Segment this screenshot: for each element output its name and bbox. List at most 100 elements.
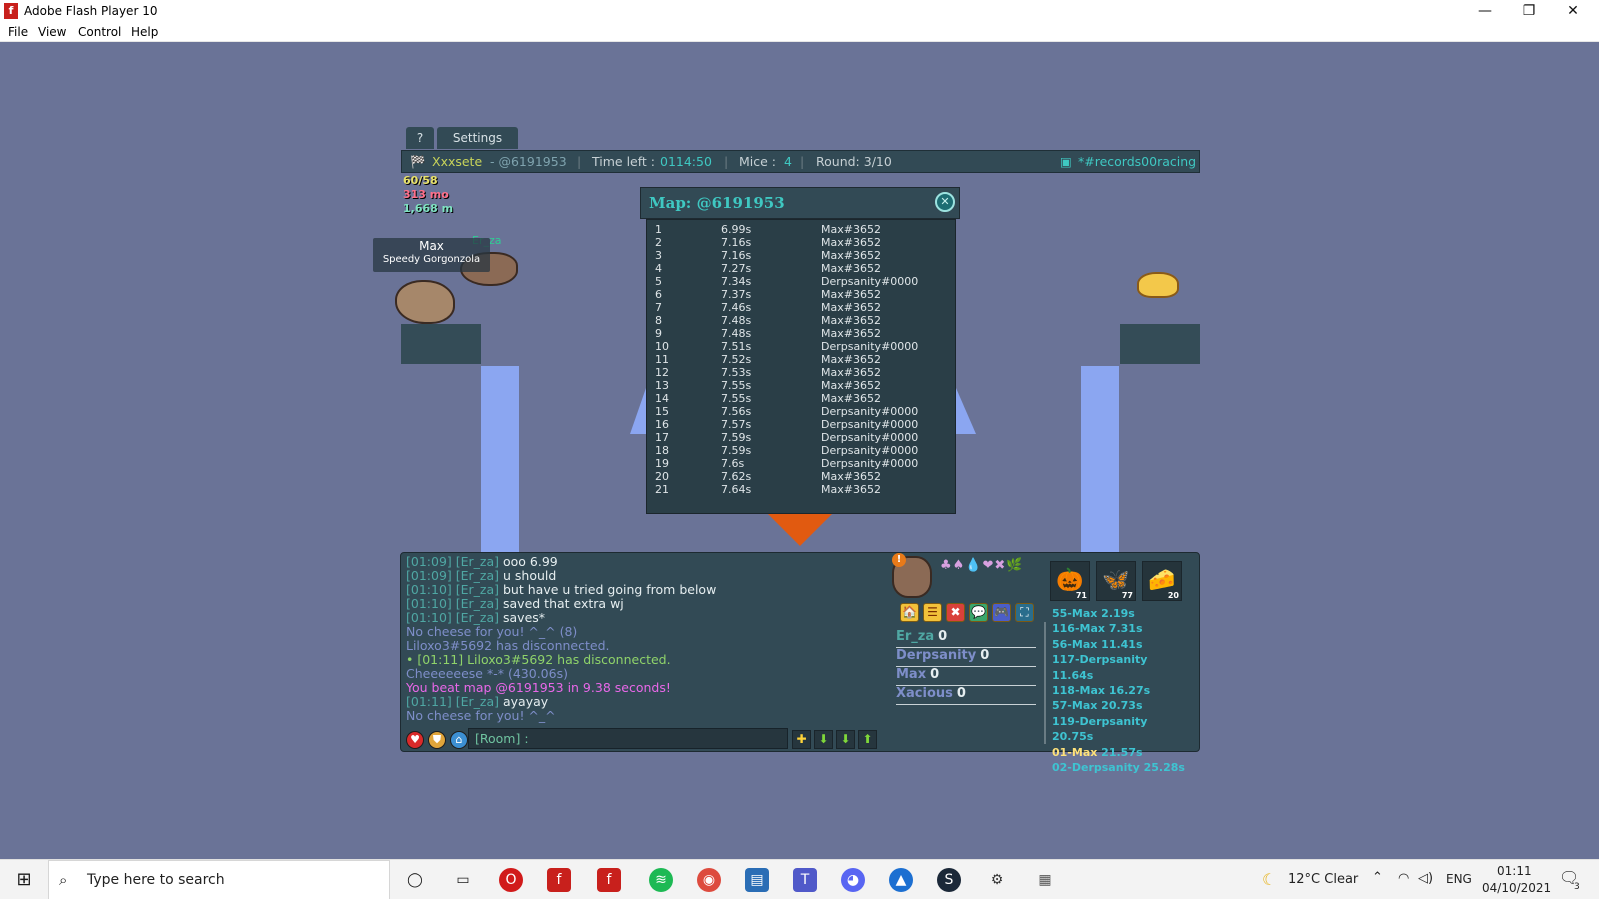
flash-player-active-icon[interactable]: f: [597, 868, 621, 892]
chat-bubble-button[interactable]: 💬: [969, 603, 988, 622]
shield-icon[interactable]: ⛊: [428, 731, 446, 749]
app-icon[interactable]: ▦: [1033, 868, 1057, 892]
record-time: 7.27s: [721, 262, 752, 275]
status-separator: |: [724, 154, 729, 169]
record-player: Max#3652: [821, 379, 881, 392]
menu-view[interactable]: View: [38, 25, 66, 39]
scroll-bottom-button[interactable]: ⬇: [836, 730, 855, 749]
add-emote-button[interactable]: ✚: [792, 730, 811, 749]
cortana-icon[interactable]: ◯: [403, 868, 427, 892]
scoreboard-player: Er_za: [896, 629, 935, 644]
badge-count: 77: [1121, 591, 1133, 600]
chat-input[interactable]: [Room] :: [468, 728, 788, 749]
clock-date[interactable]: 04/10/2021: [1482, 881, 1551, 895]
scroll-up-button[interactable]: ⬆: [858, 730, 877, 749]
weather-text[interactable]: 12°C Clear: [1288, 872, 1358, 887]
steam-icon[interactable]: S: [937, 868, 961, 892]
race-flag-icon: 🏁: [410, 154, 426, 169]
language-indicator[interactable]: ENG: [1446, 872, 1472, 886]
record-time: 7.48s: [721, 314, 752, 327]
record-time: 7.52s: [721, 353, 752, 366]
menu-list-button[interactable]: ☰: [923, 603, 942, 622]
close-icon[interactable]: ✕: [935, 192, 955, 212]
chat-message: Liloxo3#5692 has disconnected.: [406, 639, 876, 653]
menu-file[interactable]: File: [8, 25, 28, 39]
shop-button[interactable]: ✖: [946, 603, 965, 622]
record-time: 7.16s: [721, 249, 752, 262]
scoreboard-score: 0: [938, 629, 948, 644]
chat-message: [01:09] [Er_za] u should: [406, 569, 876, 583]
cheese-counter: 60/58: [403, 174, 438, 187]
room-name[interactable]: *#records00racing: [1078, 151, 1196, 172]
badge-count: 71: [1075, 591, 1087, 600]
clock-time[interactable]: 01:11: [1497, 864, 1532, 878]
player-title: Speedy Gorgonzola: [382, 254, 481, 265]
file-explorer-icon[interactable]: ▤: [745, 868, 769, 892]
chat-message-prefix: [01:11] [Er_za]: [406, 694, 503, 709]
scoreboard-row[interactable]: Derpsanity 0: [896, 648, 1036, 667]
scroll-down-button[interactable]: ⬇: [814, 730, 833, 749]
mouse-points: 313 mo: [403, 188, 449, 201]
spotify-icon[interactable]: ≋: [649, 868, 673, 892]
room-host-name[interactable]: Xxxsete: [432, 151, 482, 172]
settings-tab[interactable]: Settings: [437, 127, 518, 149]
round-counter: Round: 3/10: [816, 154, 892, 169]
butterfly-icon: 🦋: [1102, 568, 1130, 593]
inventory-items-icon[interactable]: ♣♠💧❤✖🌿: [940, 558, 1040, 592]
chevron-up-icon[interactable]: ⌃: [1372, 870, 1383, 885]
left-pillar: [481, 366, 519, 552]
record-player: Max#3652: [821, 223, 881, 236]
round-record: 57-Max 20.73s: [1052, 698, 1192, 713]
map-code[interactable]: - @6191953: [490, 151, 567, 172]
tribe-house-button[interactable]: 🏠: [900, 603, 919, 622]
wifi-icon[interactable]: ◠: [1398, 871, 1409, 886]
round-record-text: 56-Max 11.41s: [1052, 637, 1143, 651]
record-player: Max#3652: [821, 301, 881, 314]
search-placeholder: Type here to search: [87, 872, 225, 888]
menu-control[interactable]: Control: [78, 25, 121, 39]
task-view-icon[interactable]: ▭: [451, 868, 475, 892]
windows-start-icon[interactable]: ⊞: [12, 868, 36, 892]
taskbar-search-box[interactable]: ⌕ Type here to search: [48, 860, 390, 899]
scoreboard-row[interactable]: Xacious 0: [896, 686, 1036, 705]
help-tab[interactable]: ?: [406, 127, 434, 149]
record-rank: 1: [655, 223, 662, 236]
round-record: 118-Max 16.27s: [1052, 683, 1192, 698]
scoreboard-row[interactable]: Er_za 0: [896, 629, 1036, 648]
teams-icon[interactable]: T: [793, 868, 817, 892]
settings-gear-icon[interactable]: ⚙: [985, 868, 1009, 892]
round-record: 55-Max 2.19s: [1052, 606, 1192, 621]
butterfly-badge[interactable]: 🦋 77: [1096, 561, 1136, 601]
tribe-house-icon[interactable]: ⌂: [450, 731, 468, 749]
cheese-block-badge[interactable]: 🧀 20: [1142, 561, 1182, 601]
chrome-icon[interactable]: ◉: [697, 868, 721, 892]
notification-count: 3: [1574, 882, 1580, 892]
chat-message-text: ayayay: [503, 694, 549, 709]
alert-icon[interactable]: !: [892, 553, 906, 567]
discord-icon[interactable]: ◕: [841, 868, 865, 892]
cheese-block-icon: 🧀: [1148, 568, 1176, 593]
record-time: 7.62s: [721, 470, 752, 483]
round-record-text: 118-Max 16.27s: [1052, 684, 1151, 698]
menu-help[interactable]: Help: [131, 25, 158, 39]
round-record: 02-Derpsanity 25.28s: [1052, 760, 1192, 775]
fullscreen-button[interactable]: ⛶: [1015, 603, 1034, 622]
restore-button[interactable]: ❐: [1507, 0, 1551, 22]
pumpkin-badge[interactable]: 🎃 71: [1050, 561, 1090, 601]
scoreboard-row[interactable]: Max 0: [896, 667, 1036, 686]
opera-icon[interactable]: O: [499, 868, 523, 892]
record-time: 7.55s: [721, 379, 752, 392]
badge-count: 20: [1167, 591, 1179, 600]
discord-button[interactable]: 🎮: [992, 603, 1011, 622]
minimize-button[interactable]: —: [1463, 0, 1507, 22]
heart-icon[interactable]: ♥: [406, 731, 424, 749]
flash-icon[interactable]: f: [547, 868, 571, 892]
record-time: 7.51s: [721, 340, 752, 353]
player-mouse-avatar[interactable]: [395, 280, 455, 324]
volume-icon[interactable]: ◁): [1418, 871, 1433, 886]
pumpkin-icon: 🎃: [1056, 568, 1084, 593]
close-button[interactable]: ✕: [1551, 0, 1595, 22]
launcher-icon[interactable]: ▲: [889, 868, 913, 892]
record-player: Derpsanity#0000: [821, 431, 919, 444]
chat-message-prefix: You beat map @6191953 in 9.38 seconds!: [406, 680, 671, 695]
